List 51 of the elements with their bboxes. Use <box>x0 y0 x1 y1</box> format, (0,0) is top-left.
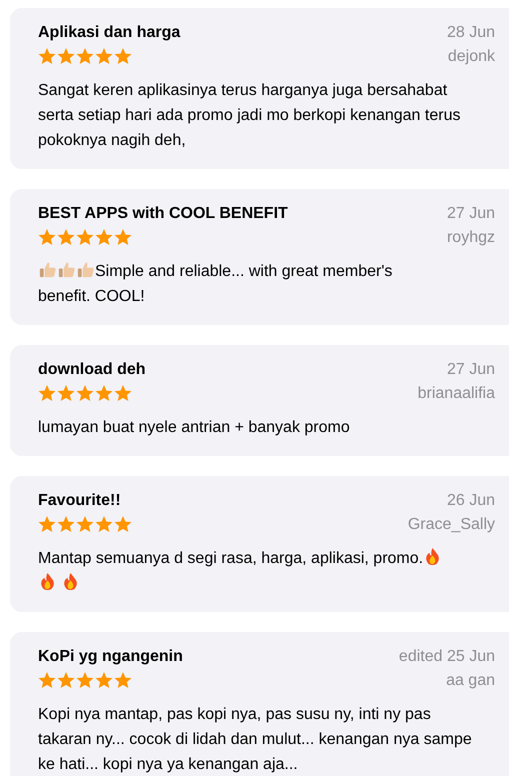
star-icon <box>95 671 113 689</box>
star-icon <box>114 384 132 402</box>
star-icon <box>76 228 94 246</box>
review-author: Grace_Sally <box>408 515 495 535</box>
star-icon <box>57 228 75 246</box>
review-date: 27 Jun <box>446 204 495 224</box>
review-title: download deh <box>38 360 146 380</box>
review-title: BEST APPS with COOL BENEFIT <box>38 204 288 224</box>
review-text: Kopi nya mantap, pas kopi nya, pas susu ny, inti ny pas takaran ny... cocok di lidah dan mulut... kenangan nya sampe ke hati... kopi nya ya kenangan aja... <box>38 706 472 773</box>
review-title: Aplikasi dan harga <box>38 23 180 43</box>
star-icon <box>76 671 94 689</box>
star-icon <box>57 515 75 533</box>
review-author: dejonk <box>448 47 495 67</box>
review-text: Sangat keren aplikasinya terus harganya juga bersahabat serta setiap hari ada promo jadi mo berkopi kenangan terus pokoknya nagih deh, <box>38 82 460 149</box>
review-author: royhgz <box>446 228 495 248</box>
thumbs-up-icon <box>76 260 95 279</box>
review-date: 27 Jun <box>446 360 495 380</box>
review-text: benefit. COOL! <box>38 288 145 305</box>
star-icon <box>114 671 132 689</box>
review-date: 28 Jun <box>446 23 495 43</box>
star-icon <box>95 515 113 533</box>
review-author: aa gan <box>446 671 495 691</box>
review-title: Favourite!! <box>38 491 121 511</box>
review-title: KoPi yg ngangenin <box>38 647 183 667</box>
thumbs-up-icon <box>57 260 76 279</box>
fire-icon <box>38 572 57 591</box>
thumbs-up-icon <box>38 260 57 279</box>
star-icon <box>76 384 94 402</box>
star-icon <box>38 47 56 65</box>
star-icon <box>57 384 75 402</box>
star-icon <box>57 671 75 689</box>
star-icon <box>114 47 132 65</box>
review-text: Simple and reliable... with great member's <box>95 263 392 280</box>
review-date: edited 25 Jun <box>398 647 495 667</box>
review-date: 26 Jun <box>446 491 495 511</box>
review-text: Mantap semuanya d segi rasa, harga, aplikasi, promo. <box>38 550 424 567</box>
star-icon <box>95 228 113 246</box>
star-icon <box>38 384 56 402</box>
fire-icon <box>61 572 80 591</box>
review-author: brianaalifia <box>418 384 495 404</box>
star-icon <box>38 228 56 246</box>
star-icon <box>76 515 94 533</box>
review-text: lumayan buat nyele antrian + banyak promo <box>38 419 350 436</box>
star-icon <box>57 47 75 65</box>
star-icon <box>114 228 132 246</box>
star-icon <box>38 515 56 533</box>
star-icon <box>38 671 56 689</box>
star-icon <box>95 47 113 65</box>
star-icon <box>114 515 132 533</box>
star-icon <box>95 384 113 402</box>
star-icon <box>76 47 94 65</box>
